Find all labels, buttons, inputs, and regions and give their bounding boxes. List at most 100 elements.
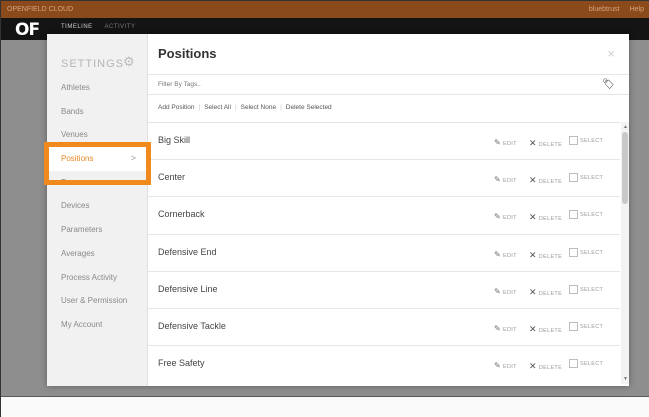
settings-sidebar: SETTINGS ⚙ Athletes Bands Venues Positio… xyxy=(47,34,148,386)
list-actions: Add Position | Select All | Select None | Dele… xyxy=(158,104,332,111)
page-title: Positions xyxy=(158,46,217,61)
pencil-icon: ✎ xyxy=(494,361,502,371)
select-checkbox[interactable]: SELECT xyxy=(569,210,603,220)
position-name: Center xyxy=(158,172,186,183)
tag-filter[interactable]: Filter By Tags.. 🏷 xyxy=(148,74,629,95)
pencil-icon: ✎ xyxy=(494,323,502,333)
edit-button[interactable]: ✎ EDIT xyxy=(494,212,517,221)
pencil-icon: ✎ xyxy=(494,138,502,147)
tag-icon[interactable]: 🏷 xyxy=(602,79,615,90)
sidebar-item-label: Bands xyxy=(61,106,84,116)
list-item: Defensive End ✎ EDIT ✕ DELETE SELECT xyxy=(148,235,620,272)
close-icon[interactable]: × xyxy=(607,46,615,61)
x-icon: ✕ xyxy=(529,361,537,372)
checkbox-icon xyxy=(569,173,578,183)
select-checkbox[interactable]: SELECT xyxy=(569,284,603,295)
delete-button[interactable]: ✕ DELETE xyxy=(529,324,562,335)
position-name: Defensive Tackle xyxy=(158,320,226,331)
settings-modal: SETTINGS ⚙ Athletes Bands Venues Positio… xyxy=(47,34,629,386)
sidebar-item-parameters[interactable]: Parameters xyxy=(47,218,148,242)
edit-button[interactable]: ✎ EDIT xyxy=(494,250,517,259)
positions-list: Big Skill ✎ EDIT ✕ DELETE SELECT Center ✎ E… xyxy=(148,122,620,382)
delete-button[interactable]: ✕ DELETE xyxy=(529,361,562,372)
edit-button[interactable]: ✎ EDIT xyxy=(494,324,517,333)
delete-button[interactable]: ✕ DELETE xyxy=(529,212,562,223)
delete-selected-button[interactable]: Delete Selected xyxy=(286,104,332,111)
delete-button[interactable]: ✕ DELETE xyxy=(529,250,562,261)
position-name: Cornerback xyxy=(158,209,205,220)
sidebar-item-bands[interactable]: Bands xyxy=(47,100,148,124)
annotation-highlight-box xyxy=(44,142,151,185)
list-scrollbar[interactable]: ▲ ▼ xyxy=(621,122,629,384)
delete-button[interactable]: ✕ DELETE xyxy=(529,175,562,186)
sidebar-item-label: Averages xyxy=(61,248,95,258)
nav-timeline[interactable]: TIMELINE xyxy=(61,24,93,30)
sidebar-title: SETTINGS xyxy=(61,58,125,70)
pencil-icon: ✎ xyxy=(494,249,502,259)
scroll-up-icon[interactable]: ▲ xyxy=(623,124,628,130)
divider: | xyxy=(280,104,282,111)
x-icon: ✕ xyxy=(529,286,537,297)
list-item: Defensive Line ✎ EDIT ✕ DELETE SELECT xyxy=(148,272,620,309)
list-item: Free Safety ✎ EDIT ✕ DELETE SELECT xyxy=(148,346,620,382)
sidebar-item-averages[interactable]: Averages xyxy=(47,242,148,266)
gear-icon[interactable]: ⚙ xyxy=(123,55,137,69)
sidebar-item-devices[interactable]: Devices xyxy=(47,194,148,218)
user-link[interactable]: bluebtrust xyxy=(589,6,620,13)
sidebar-item-label: My Account xyxy=(61,319,103,329)
checkbox-icon xyxy=(569,321,578,331)
list-item: Big Skill ✎ EDIT ✕ DELETE SELECT xyxy=(148,123,620,161)
select-none-button[interactable]: Select None xyxy=(241,104,276,111)
select-all-button[interactable]: Select All xyxy=(204,104,231,111)
position-name: Free Safety xyxy=(158,358,205,369)
checkbox-icon xyxy=(569,247,578,257)
scroll-down-icon[interactable]: ▼ xyxy=(623,376,628,382)
sidebar-item-label: Venues xyxy=(61,130,88,140)
position-name: Defensive Line xyxy=(158,283,218,294)
scroll-thumb[interactable] xyxy=(622,132,628,204)
checkbox-icon xyxy=(569,284,578,294)
sidebar-item-label: Parameters xyxy=(61,225,103,235)
main-nav: TIMELINE ACTIVITY xyxy=(61,24,146,30)
nav-activity[interactable]: ACTIVITY xyxy=(105,24,136,30)
top-bar: OPENFIELD CLOUD bluebtrust Help xyxy=(1,1,649,18)
x-icon: ✕ xyxy=(529,323,537,334)
edit-button[interactable]: ✎ EDIT xyxy=(494,175,517,184)
x-icon: ✕ xyxy=(529,212,537,223)
checkbox-icon xyxy=(569,136,578,146)
edit-button[interactable]: ✎ EDIT xyxy=(494,138,517,147)
sidebar-item-user-permission[interactable]: User & Permission xyxy=(47,289,148,313)
add-position-button[interactable]: Add Position xyxy=(158,104,195,111)
top-bar-right: bluebtrust Help xyxy=(581,1,644,18)
sidebar-item-label: Devices xyxy=(61,201,90,211)
edit-button[interactable]: ✎ EDIT xyxy=(494,287,517,296)
select-checkbox[interactable]: SELECT xyxy=(569,173,603,183)
list-item: Defensive Tackle ✎ EDIT ✕ DELETE SELECT xyxy=(148,309,620,347)
pencil-icon: ✎ xyxy=(494,212,502,222)
divider: | xyxy=(198,104,201,111)
sidebar-menu: Athletes Bands Venues Positions > Teams … xyxy=(47,76,148,337)
help-link[interactable]: Help xyxy=(630,6,644,13)
sidebar-item-my-account[interactable]: My Account xyxy=(47,313,148,337)
divider: | xyxy=(234,104,237,111)
sidebar-item-label: Athletes xyxy=(61,83,90,92)
select-checkbox[interactable]: SELECT xyxy=(569,359,603,369)
select-checkbox[interactable]: SELECT xyxy=(569,321,603,332)
select-checkbox[interactable]: SELECT xyxy=(569,247,603,258)
sidebar-item-athletes[interactable]: Athletes xyxy=(47,76,148,100)
bottom-strip xyxy=(1,396,649,417)
delete-button[interactable]: ✕ DELETE xyxy=(529,287,562,298)
x-icon: ✕ xyxy=(529,175,537,186)
list-item: Center ✎ EDIT ✕ DELETE SELECT xyxy=(148,160,620,198)
position-name: Big Skill xyxy=(158,135,191,145)
x-icon: ✕ xyxy=(529,249,537,260)
sidebar-item-label: User & Permission xyxy=(61,296,128,306)
sidebar-item-process-activity[interactable]: Process Activity xyxy=(47,266,148,290)
delete-button[interactable]: ✕ DELETE xyxy=(529,138,562,149)
checkbox-icon xyxy=(569,210,578,220)
edit-button[interactable]: ✎ EDIT xyxy=(494,361,517,370)
logo[interactable]: OF xyxy=(15,20,40,40)
filter-input[interactable]: Filter By Tags.. xyxy=(158,81,201,88)
pencil-icon: ✎ xyxy=(494,175,502,185)
select-checkbox[interactable]: SELECT xyxy=(569,136,603,146)
